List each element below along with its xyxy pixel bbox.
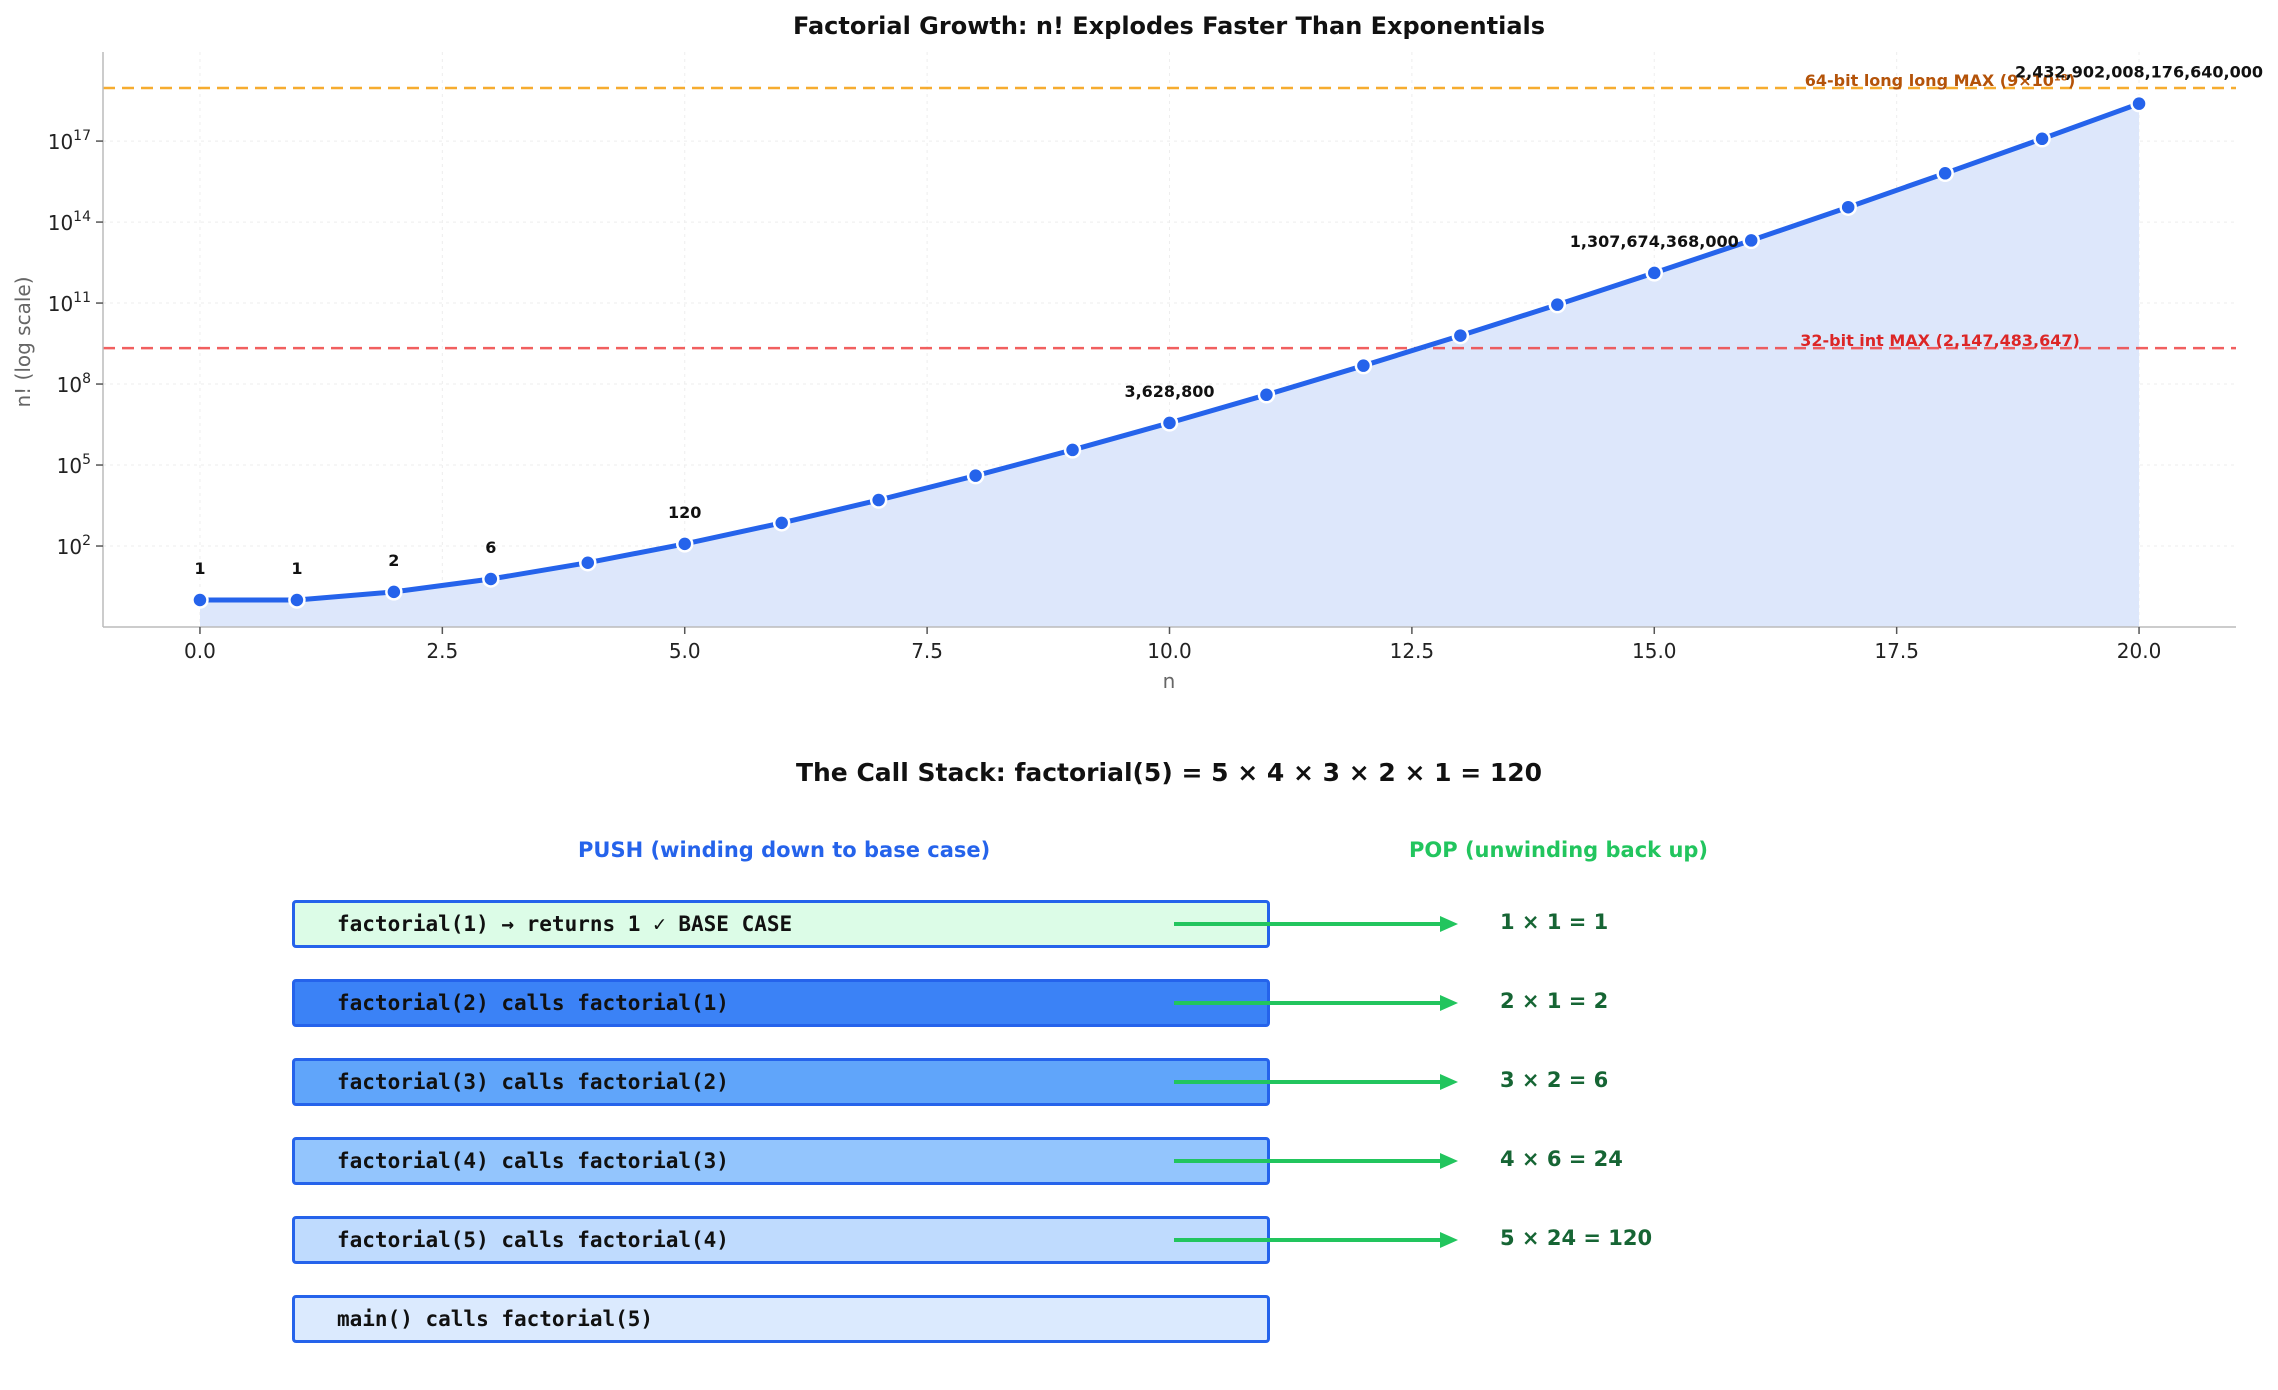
data-point [1354,356,1373,375]
data-point [1936,164,1954,183]
pop-arrow-icon [1174,1074,1458,1090]
factorial-growth-chart: 64-bit long long MAX (9×10¹⁸)32-bit int … [11,12,2263,693]
data-point [1451,326,1470,345]
y-tick-label: 102 [57,533,91,559]
x-tick-label: 10.0 [1147,639,1192,663]
data-label: 1,307,674,368,000 [1570,232,1739,251]
stack-frame: factorial(1) → returns 1 ✓ BASE CASE [292,900,1270,948]
pop-arrow-icon [1174,1232,1458,1248]
data-point [966,466,985,485]
pop-result-label: 3 × 2 = 6 [1500,1068,1609,1092]
stack-frame: factorial(4) calls factorial(3) [292,1137,1270,1185]
stack-frame-label: factorial(3) calls factorial(2) [337,1070,729,1094]
data-label: 1 [291,559,302,578]
y-tick-label: 1017 [48,128,91,154]
y-tick-label: 105 [57,452,91,478]
stack-frame-label: factorial(1) → returns 1 ✓ BASE CASE [337,912,793,936]
x-tick-label: 5.0 [669,639,701,663]
pop-arrow-icon [1174,995,1458,1011]
pop-arrow-icon [1174,1153,1458,1169]
stack-frame-label: factorial(4) calls factorial(3) [337,1149,729,1173]
data-label: 2 [388,551,399,570]
pop-result-label: 4 × 6 = 24 [1500,1147,1623,1171]
push-heading: PUSH (winding down to base case) [578,838,991,862]
x-tick-label: 2.5 [426,639,458,663]
data-label: 3,628,800 [1124,382,1214,401]
stack-frame-label: main() calls factorial(5) [337,1307,654,1331]
data-point [1063,441,1082,459]
pop-result-label: 1 × 1 = 1 [1500,910,1609,934]
stack-frame: factorial(2) calls factorial(1) [292,979,1270,1027]
data-point [1742,231,1760,250]
pop-result-label: 5 × 24 = 120 [1500,1226,1653,1250]
data-label: 120 [668,503,701,522]
data-point [869,491,888,509]
x-tick-label: 17.5 [1874,639,1919,663]
x-axis-label: n [1163,669,1176,693]
data-point [579,553,597,572]
data-point [385,583,403,601]
data-point [1548,295,1567,314]
x-tick-label: 7.5 [911,639,943,663]
data-point [2033,130,2051,148]
data-point [288,591,306,609]
pop-heading: POP (unwinding back up) [1409,838,1709,862]
data-label: 1 [194,559,205,578]
data-point [482,570,500,588]
pop-result-label: 2 × 1 = 2 [1500,989,1609,1013]
reference-line-label: 32-bit int MAX (2,147,483,647) [1800,331,2080,350]
x-tick-label: 0.0 [184,639,216,663]
call-stack-title: The Call Stack: factorial(5) = 5 × 4 × 3… [795,758,1543,787]
data-point [1160,414,1179,432]
data-point [191,591,209,609]
chart-title: Factorial Growth: n! Explodes Faster Tha… [793,12,1545,40]
data-label: 2,432,902,008,176,640,000 [2015,63,2263,82]
y-tick-label: 1011 [48,290,91,316]
data-label: 6 [485,538,496,557]
data-point [1645,264,1664,282]
stack-frame: factorial(3) calls factorial(2) [292,1058,1270,1106]
y-axis-label: n! (log scale) [11,276,35,407]
stack-frame-label: factorial(2) calls factorial(1) [337,991,729,1015]
data-point [1257,386,1276,404]
stack-frame: main() calls factorial(5) [292,1295,1270,1343]
stack-frame-label: factorial(5) calls factorial(4) [337,1228,729,1252]
x-tick-label: 20.0 [2117,639,2162,663]
x-tick-label: 15.0 [1632,639,1677,663]
data-point [2130,94,2148,113]
x-tick-label: 12.5 [1390,639,1435,663]
data-point [675,535,694,553]
y-tick-label: 108 [57,371,91,397]
pop-arrow-icon [1174,916,1458,932]
stack-frame: factorial(5) calls factorial(4) [292,1216,1270,1264]
y-tick-label: 1014 [48,209,91,235]
data-point [772,514,791,532]
data-point [1839,198,1857,216]
